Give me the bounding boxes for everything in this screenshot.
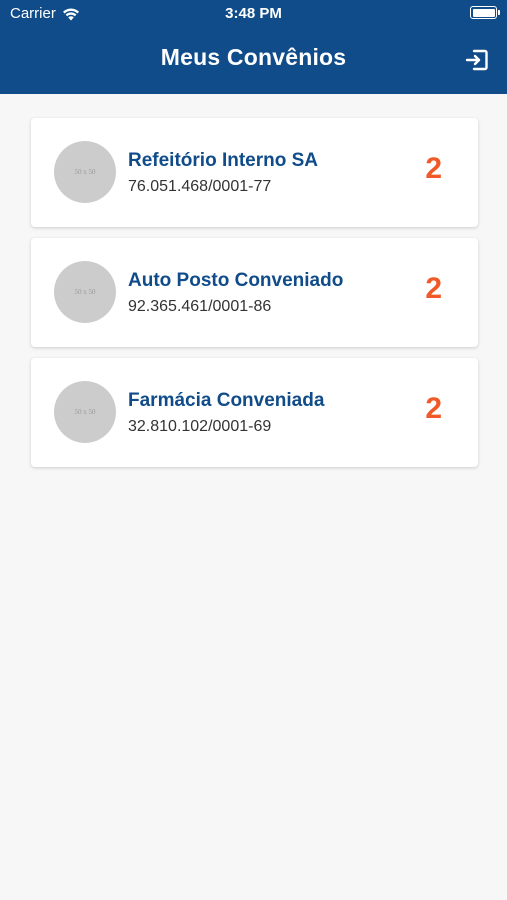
convenio-name: Refeitório Interno SA xyxy=(128,150,319,171)
convenio-card-refeitorio[interactable]: 50 x 50 Refeitório Interno SA 76.051.468… xyxy=(31,118,478,227)
convenio-name: Farmácia Conveniada xyxy=(128,390,325,411)
convenio-count: 2 xyxy=(425,152,442,185)
app-header: Carrier 3:48 PM Meus Convênios xyxy=(0,0,507,94)
convenio-cnpj: 92.365.461/0001-86 xyxy=(128,298,272,315)
logout-icon[interactable] xyxy=(463,46,491,74)
status-bar: Carrier 3:48 PM xyxy=(0,0,507,28)
convenios-list: 50 x 50 Refeitório Interno SA 76.051.468… xyxy=(31,118,478,478)
convenio-card-farmacia[interactable]: 50 x 50 Farmácia Conveniada 32.810.102/0… xyxy=(31,358,478,467)
convenio-cnpj: 32.810.102/0001-69 xyxy=(128,418,272,435)
battery-icon xyxy=(470,6,500,19)
page-title: Meus Convênios xyxy=(160,44,347,70)
convenio-card-auto-posto[interactable]: 50 x 50 Auto Posto Conveniado 92.365.461… xyxy=(31,238,478,347)
avatar: 50 x 50 xyxy=(54,261,116,323)
avatar: 50 x 50 xyxy=(54,141,116,203)
convenio-count: 2 xyxy=(425,272,442,305)
convenio-name: Auto Posto Conveniado xyxy=(128,270,344,291)
convenio-count: 2 xyxy=(425,392,442,425)
avatar: 50 x 50 xyxy=(54,381,116,443)
status-time: 3:48 PM xyxy=(225,5,282,22)
convenio-cnpj: 76.051.468/0001-77 xyxy=(128,178,272,195)
